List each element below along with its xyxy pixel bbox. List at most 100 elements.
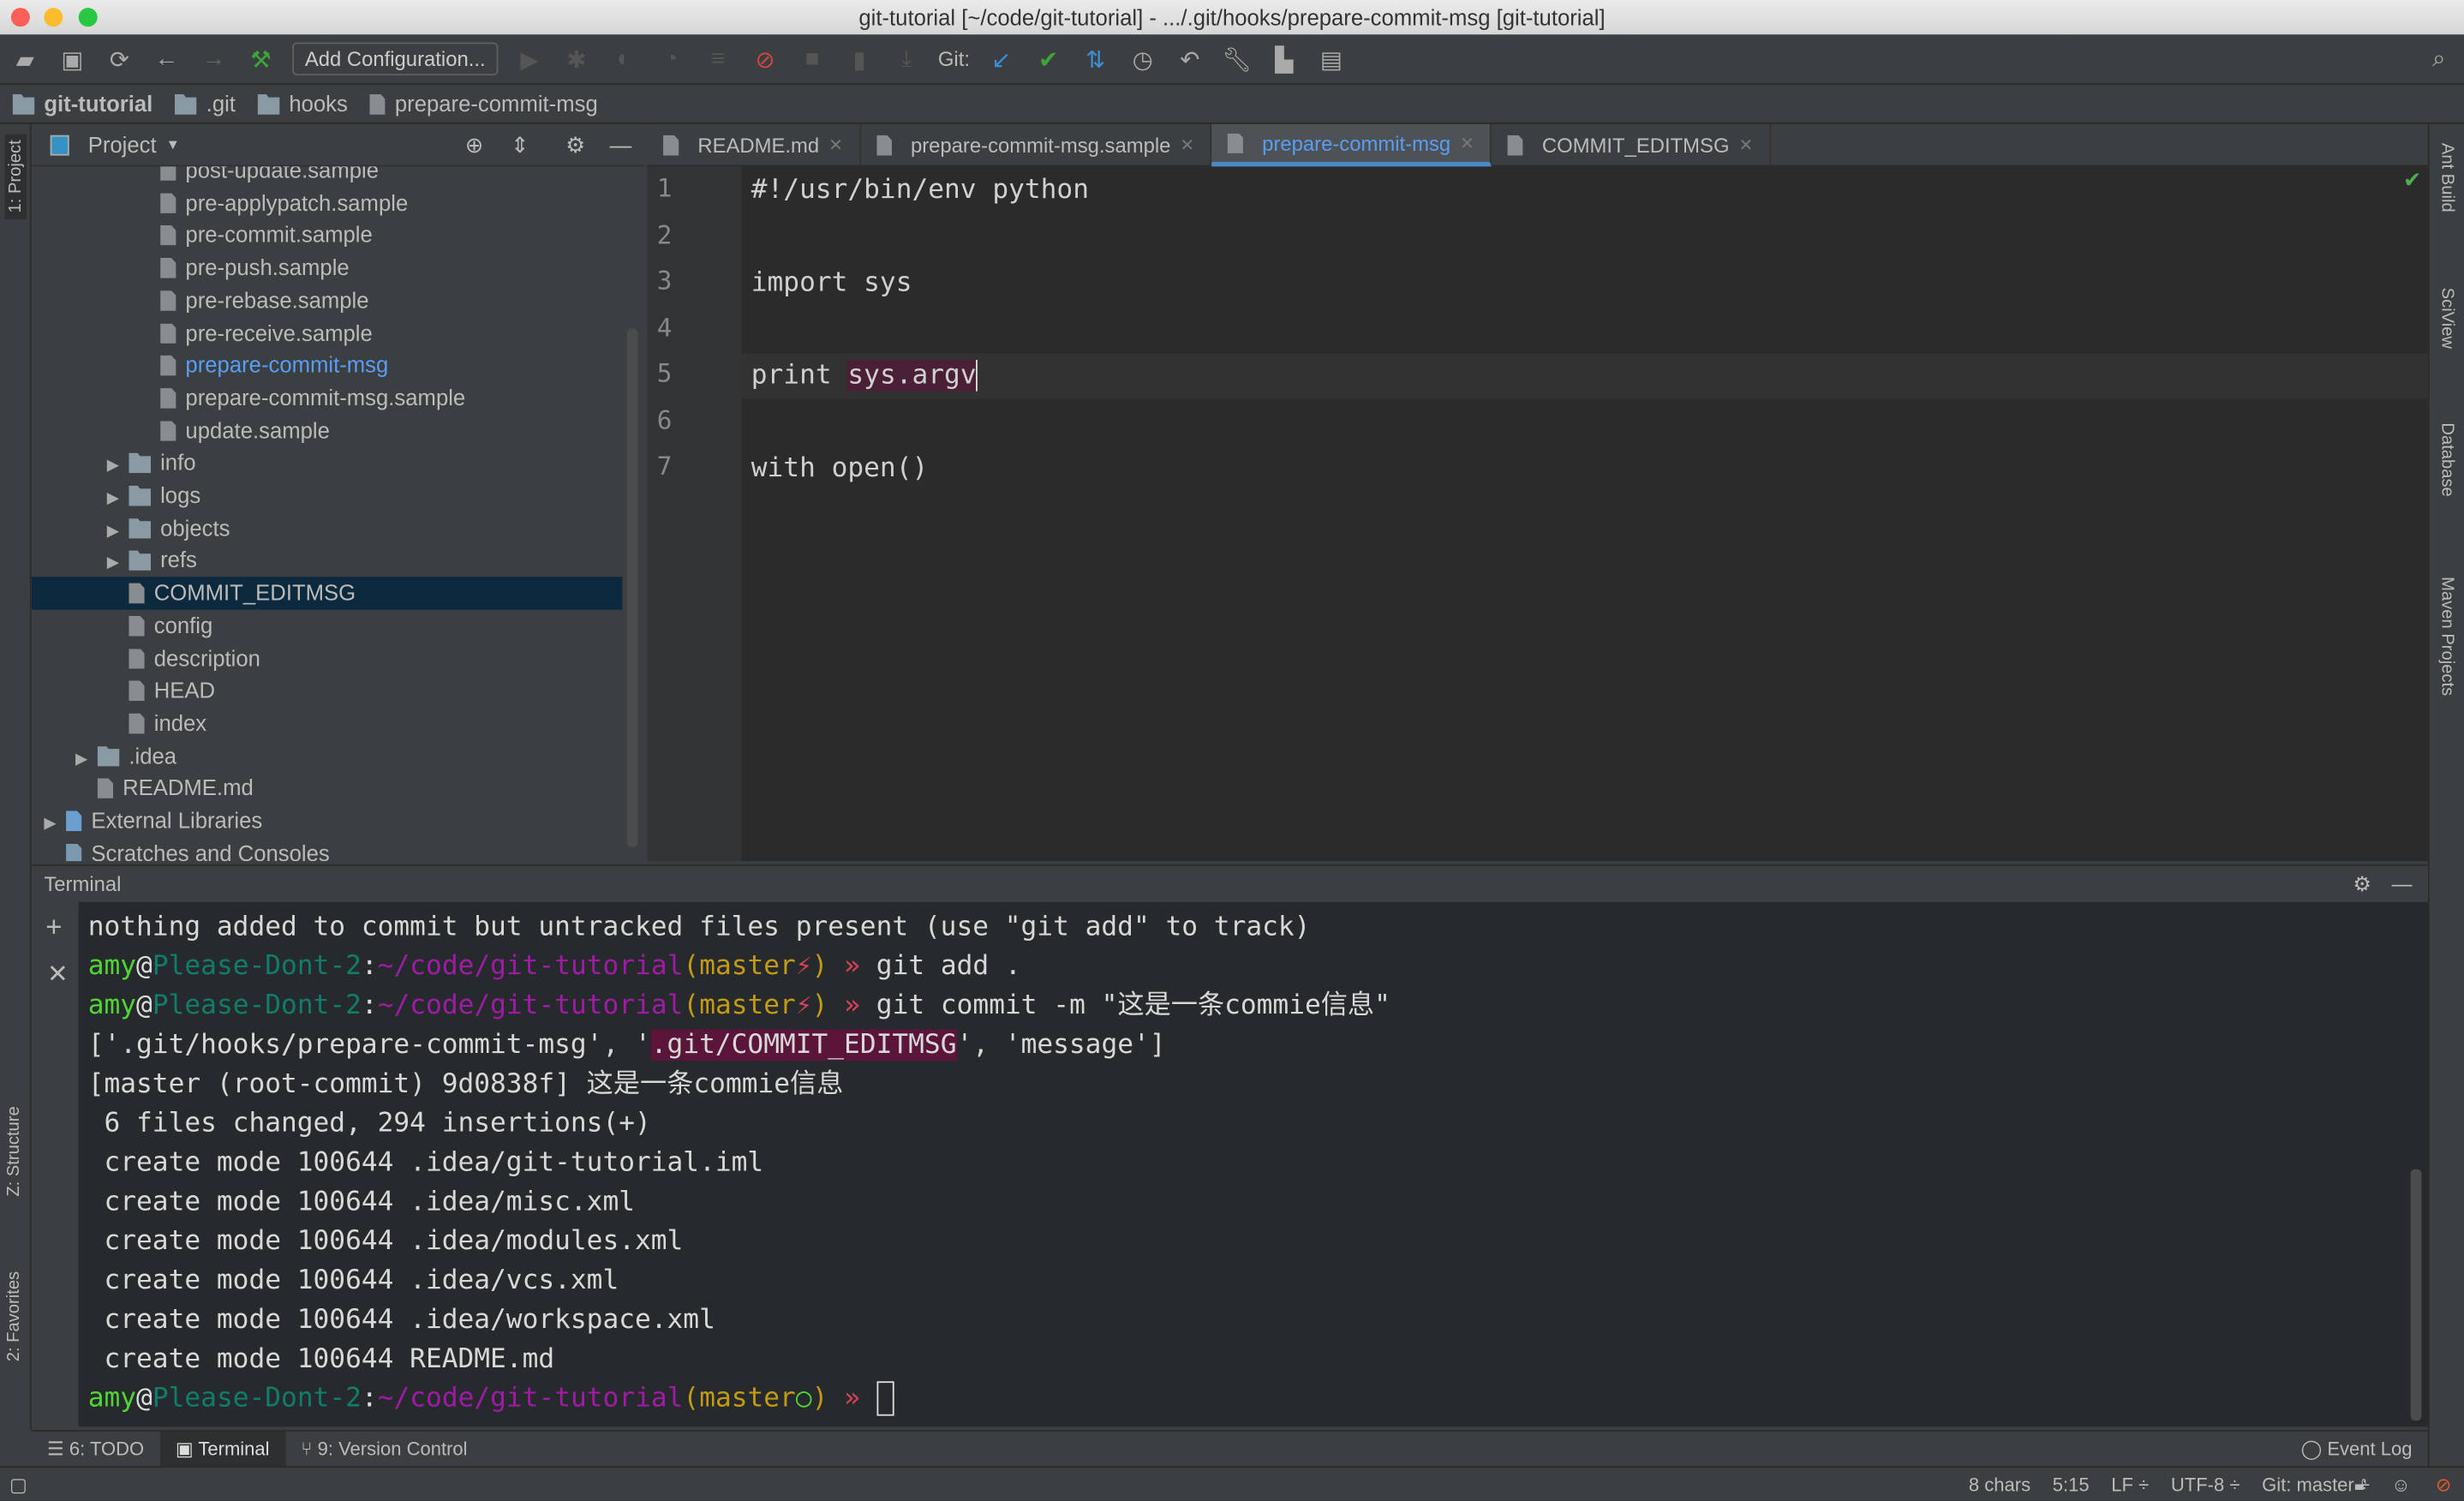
git-commit-icon[interactable]: ✔	[1032, 45, 1064, 73]
close-session-icon[interactable]: ✕	[47, 959, 69, 990]
add-configuration-button[interactable]: Add Configuration...	[292, 42, 499, 76]
project-tool-button[interactable]: 1: Project	[4, 133, 27, 219]
tree-item[interactable]: ▶ objects	[32, 511, 623, 544]
event-log-button[interactable]: ◯ Event Log	[2285, 1431, 2428, 1467]
status-bar: ▢ 8 chars 5:15 LF ÷ UTF-8 ÷ Git: master …	[0, 1466, 2464, 1500]
tree-item[interactable]: HEAD	[32, 674, 623, 707]
gear-icon[interactable]: ⚙	[2353, 866, 2371, 904]
tree-item[interactable]: ▶ refs	[32, 544, 623, 577]
close-window-button[interactable]	[10, 8, 30, 27]
encoding[interactable]: UTF-8 ÷	[2171, 1474, 2240, 1496]
lock-icon[interactable]: 🔓︎	[2354, 1473, 2366, 1497]
new-session-icon[interactable]: +	[45, 912, 62, 945]
breadcrumb-item[interactable]: git-tutorial	[12, 91, 153, 117]
build-hammer-icon[interactable]: ⚒	[245, 45, 277, 73]
tree-item[interactable]: prepare-commit-msg.sample	[32, 382, 623, 415]
project-structure-icon[interactable]: ▮	[844, 45, 876, 73]
git-update-icon[interactable]: ↙	[985, 45, 1017, 73]
caret-position[interactable]: 5:15	[2053, 1474, 2090, 1496]
git-revert-icon[interactable]: ↶	[1174, 45, 1205, 73]
tree-item[interactable]: ▶ .idea	[32, 739, 623, 772]
sync-icon[interactable]: ⟳	[104, 45, 135, 73]
tree-item[interactable]: index	[32, 707, 623, 739]
tree-item[interactable]: pre-rebase.sample	[32, 284, 623, 317]
minimize-window-button[interactable]	[44, 8, 63, 27]
inspector-icon[interactable]: ☺	[2391, 1474, 2410, 1496]
tree-item[interactable]: post-update.sample	[32, 166, 623, 186]
forward-icon[interactable]: →	[198, 45, 230, 72]
terminal-scrollbar[interactable]	[2410, 1169, 2422, 1421]
breadcrumb-item[interactable]: .git	[174, 91, 236, 117]
editor-tab[interactable]: COMMIT_EDITMSG ✕	[1492, 123, 1771, 167]
tree-item[interactable]: README.md	[32, 772, 623, 804]
close-tab-icon[interactable]: ✕	[1460, 133, 1474, 153]
maven-projects-tool-button[interactable]: Maven Projects	[2437, 577, 2456, 696]
project-scrollbar[interactable]	[626, 328, 638, 847]
run-target-icon[interactable]: ≡	[703, 45, 734, 72]
chevron-down-icon[interactable]: ▼	[166, 137, 180, 152]
close-tab-icon[interactable]: ✕	[1739, 135, 1754, 156]
stop-icon[interactable]: ■	[797, 45, 828, 72]
profile-icon[interactable]: ◔	[655, 45, 687, 72]
tree-item[interactable]: update.sample	[32, 414, 623, 446]
editor-tab[interactable]: README.md ✕	[648, 123, 861, 167]
project-view-selector[interactable]: Project	[88, 132, 157, 157]
maximize-window-button[interactable]	[78, 8, 98, 27]
code-line[interactable]: #!/usr/bin/env python	[751, 170, 1089, 212]
editor-tab[interactable]: prepare-commit-msg ✕	[1211, 123, 1492, 167]
terminal-tab[interactable]: ▣ Terminal	[159, 1431, 285, 1468]
tree-item[interactable]: Scratches and Consoles	[32, 837, 623, 862]
tree-item[interactable]: description	[32, 642, 623, 674]
toggle-tool-windows-icon[interactable]: ▢	[9, 1474, 27, 1496]
version-control-tab[interactable]: ⑂ 9: Version Control	[285, 1431, 483, 1467]
save-icon[interactable]: ▣	[57, 45, 88, 73]
close-tab-icon[interactable]: ✕	[1180, 135, 1194, 156]
open-icon[interactable]: ▰	[9, 45, 41, 73]
code-line[interactable]: print sys.argv	[751, 356, 978, 398]
terminal-output[interactable]: nothing added to commit but untracked fi…	[78, 901, 2428, 1427]
tree-item[interactable]: pre-commit.sample	[32, 219, 623, 252]
breadcrumb-item[interactable]: hooks	[257, 91, 348, 117]
attach-debugger-icon[interactable]: ⊘	[750, 45, 781, 73]
folder-icon	[129, 485, 152, 506]
gear-icon[interactable]: ⚙	[565, 131, 585, 158]
todo-tab[interactable]: ☰ 6: TODO	[32, 1431, 160, 1467]
run-icon[interactable]: ▶	[514, 45, 546, 73]
sdk-icon[interactable]: ▤	[1315, 45, 1347, 73]
debug-icon[interactable]: ✱	[561, 45, 593, 73]
sciview-tool-button[interactable]: SciView	[2437, 288, 2456, 349]
editor-tab[interactable]: prepare-commit-msg.sample ✕	[860, 123, 1212, 167]
tree-item[interactable]: ▶ info	[32, 446, 623, 479]
tree-item[interactable]: ▶ External Libraries	[32, 804, 623, 837]
tree-item[interactable]: pre-receive.sample	[32, 317, 623, 350]
tree-item[interactable]: pre-applypatch.sample	[32, 187, 623, 219]
download-icon[interactable]: ⤓	[891, 45, 923, 72]
collapse-all-icon[interactable]: ⇕	[511, 131, 529, 158]
project-structure-folder-icon[interactable]: ▙	[1268, 45, 1300, 73]
hide-icon[interactable]: —	[610, 132, 632, 157]
close-tab-icon[interactable]: ✕	[828, 135, 843, 156]
tree-item[interactable]: ▶ logs	[32, 479, 623, 511]
tree-item[interactable]: pre-push.sample	[32, 252, 623, 284]
settings-wrench-icon[interactable]: 🔧︎	[1221, 45, 1253, 73]
favorites-tool-button[interactable]: 2: Favorites	[5, 1271, 24, 1361]
structure-tool-button[interactable]: Z: Structure	[5, 1106, 24, 1196]
tree-item[interactable]: prepare-commit-msg	[32, 350, 623, 382]
database-tool-button[interactable]: Database	[2437, 422, 2456, 496]
git-history-icon[interactable]: ◷	[1127, 45, 1158, 73]
coverage-icon[interactable]: ◐	[608, 45, 640, 72]
breadcrumb-item[interactable]: prepare-commit-msg	[369, 91, 598, 117]
code-line[interactable]: import sys	[751, 262, 912, 305]
power-save-icon[interactable]: ⊘	[2436, 1474, 2451, 1496]
code-line[interactable]: with open()	[751, 448, 929, 491]
hide-icon[interactable]: —	[2392, 866, 2413, 904]
code-editor[interactable]: ✔ 1 #!/usr/bin/env python 2 3 import sys 4 5 pr…	[647, 166, 2428, 862]
tree-item[interactable]: COMMIT_EDITMSG	[31, 577, 623, 610]
line-separator[interactable]: LF ÷	[2111, 1474, 2149, 1496]
search-icon[interactable]: ⌕	[2423, 45, 2455, 72]
tree-item[interactable]: config	[32, 609, 623, 642]
git-compare-icon[interactable]: ⇅	[1079, 45, 1111, 73]
back-icon[interactable]: ←	[151, 45, 182, 72]
ant-build-tool-button[interactable]: Ant Build	[2437, 143, 2456, 212]
locate-icon[interactable]: ⊕	[465, 131, 484, 158]
